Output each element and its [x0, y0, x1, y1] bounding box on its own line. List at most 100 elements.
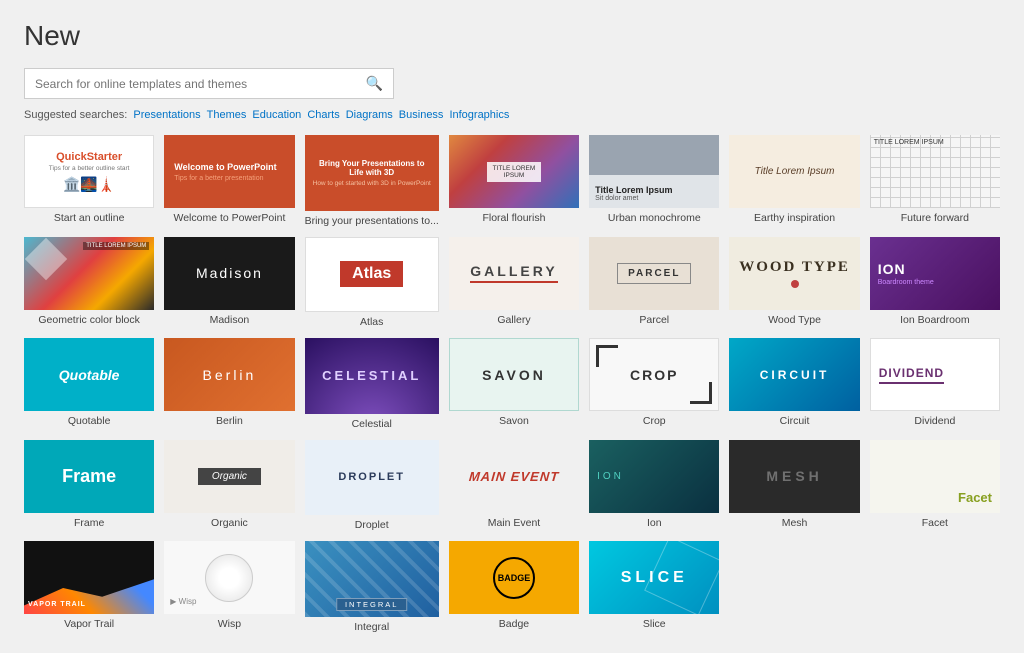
template-label-quickstarter: Start an outline — [24, 212, 154, 224]
template-label-urban: Urban monochrome — [589, 212, 719, 224]
template-label-wisp: Wisp — [164, 618, 294, 630]
template-wisp[interactable]: ▶ Wisp Wisp — [164, 541, 294, 633]
template-mainevent[interactable]: MAIN EVENT Main Event — [449, 440, 579, 532]
thumb-quickstarter: QuickStarter Tips for a better outline s… — [24, 135, 154, 208]
template-quotable[interactable]: Quotable Quotable — [24, 338, 154, 430]
template-facet[interactable]: Facet Facet — [870, 440, 1000, 532]
template-label-earthy: Earthy inspiration — [729, 212, 859, 224]
thumb-berlin: Berlin — [164, 338, 294, 411]
template-label-berlin: Berlin — [164, 415, 294, 427]
template-label-future: Future forward — [870, 212, 1000, 224]
template-earthy[interactable]: Title Lorem Ipsum Earthy inspiration — [729, 135, 859, 227]
template-label-ionboardroom: Ion Boardroom — [870, 314, 1000, 326]
thumb-frame: Frame — [24, 440, 154, 513]
suggested-diagrams[interactable]: Diagrams — [346, 109, 393, 121]
thumb-bring: Bring Your Presentations to Life with 3D… — [305, 135, 439, 211]
thumb-parcel: PARCEL — [589, 237, 719, 310]
template-label-parcel: Parcel — [589, 314, 719, 326]
template-label-madison: Madison — [164, 314, 294, 326]
template-droplet[interactable]: DROPLET Droplet — [305, 440, 439, 532]
thumb-celestial: CELESTIAL — [305, 338, 439, 414]
template-integral[interactable]: INTEGRAL Integral — [305, 541, 439, 633]
template-organic[interactable]: Organic Organic — [164, 440, 294, 532]
thumb-slice: SLICE — [589, 541, 719, 614]
search-bar[interactable]: 🔍 — [24, 68, 394, 99]
thumb-integral: INTEGRAL — [305, 541, 439, 617]
suggested-label: Suggested searches: — [24, 109, 127, 121]
template-welcome[interactable]: Welcome to PowerPoint Tips for a better … — [164, 135, 294, 227]
template-label-celestial: Celestial — [305, 418, 439, 430]
thumb-facet: Facet — [870, 440, 1000, 513]
thumb-circuit: CIRCUIT — [729, 338, 859, 411]
template-label-ion: Ion — [589, 517, 719, 529]
template-ion[interactable]: ION Ion — [589, 440, 719, 532]
template-ionboardroom[interactable]: ION Boardroom theme Ion Boardroom — [870, 237, 1000, 329]
template-future[interactable]: TITLE LOREM IPSUM Future forward — [870, 135, 1000, 227]
template-label-woodtype: Wood Type — [729, 314, 859, 326]
thumb-urban: Title Lorem Ipsum Sit dolor amet — [589, 135, 719, 208]
template-bring[interactable]: Bring Your Presentations to Life with 3D… — [305, 135, 439, 227]
template-label-welcome: Welcome to PowerPoint — [164, 212, 294, 224]
thumb-atlas: Atlas — [305, 237, 439, 313]
template-label-mainevent: Main Event — [449, 517, 579, 529]
thumb-mainevent: MAIN EVENT — [449, 440, 579, 513]
thumb-woodtype: WOOD TYPE — [729, 237, 859, 310]
template-urban[interactable]: Title Lorem Ipsum Sit dolor amet Urban m… — [589, 135, 719, 227]
thumb-ion: ION — [589, 440, 719, 513]
template-label-savon: Savon — [449, 415, 579, 427]
template-badge[interactable]: BADGE Badge — [449, 541, 579, 633]
template-label-vaportrail: Vapor Trail — [24, 618, 154, 630]
thumb-vaportrail: VAPOR TRAIL — [24, 541, 154, 614]
template-label-atlas: Atlas — [305, 316, 439, 328]
template-frame[interactable]: Frame Frame — [24, 440, 154, 532]
template-label-droplet: Droplet — [305, 519, 439, 531]
template-madison[interactable]: Madison Madison — [164, 237, 294, 329]
template-woodtype[interactable]: WOOD TYPE Wood Type — [729, 237, 859, 329]
thumb-ionboardroom: ION Boardroom theme — [870, 237, 1000, 310]
thumb-organic: Organic — [164, 440, 294, 513]
template-label-integral: Integral — [305, 621, 439, 633]
template-vaportrail[interactable]: VAPOR TRAIL Vapor Trail — [24, 541, 154, 633]
template-label-gallery: Gallery — [449, 314, 579, 326]
search-button[interactable]: 🔍 — [356, 69, 393, 98]
template-crop[interactable]: CROP Crop — [589, 338, 719, 430]
template-celestial[interactable]: CELESTIAL Celestial — [305, 338, 439, 430]
suggested-presentations[interactable]: Presentations — [133, 109, 200, 121]
template-label-mesh: Mesh — [729, 517, 859, 529]
suggested-searches: Suggested searches: Presentations Themes… — [24, 109, 1000, 121]
template-label-floral: Floral flourish — [449, 212, 579, 224]
suggested-charts[interactable]: Charts — [307, 109, 339, 121]
template-gallery[interactable]: GALLERY Gallery — [449, 237, 579, 329]
suggested-business[interactable]: Business — [399, 109, 444, 121]
template-label-organic: Organic — [164, 517, 294, 529]
template-berlin[interactable]: Berlin Berlin — [164, 338, 294, 430]
template-circuit[interactable]: CIRCUIT Circuit — [729, 338, 859, 430]
template-label-circuit: Circuit — [729, 415, 859, 427]
thumb-droplet: DROPLET — [305, 440, 439, 516]
suggested-education[interactable]: Education — [252, 109, 301, 121]
template-floral[interactable]: TITLE LOREMIPSUM Floral flourish — [449, 135, 579, 227]
template-slice[interactable]: SLICE Slice — [589, 541, 719, 633]
template-geo[interactable]: TITLE LOREM IPSUM Geometric color block — [24, 237, 154, 329]
thumb-earthy: Title Lorem Ipsum — [729, 135, 859, 208]
thumb-welcome: Welcome to PowerPoint Tips for a better … — [164, 135, 294, 208]
template-label-facet: Facet — [870, 517, 1000, 529]
page-container: New 🔍 Suggested searches: Presentations … — [0, 0, 1024, 653]
template-atlas[interactable]: Atlas Atlas — [305, 237, 439, 329]
search-input[interactable] — [25, 70, 356, 98]
template-label-slice: Slice — [589, 618, 719, 630]
template-quickstarter[interactable]: QuickStarter Tips for a better outline s… — [24, 135, 154, 227]
thumb-quotable: Quotable — [24, 338, 154, 411]
template-label-quotable: Quotable — [24, 415, 154, 427]
template-mesh[interactable]: MESH Mesh — [729, 440, 859, 532]
template-label-badge: Badge — [449, 618, 579, 630]
suggested-infographics[interactable]: Infographics — [449, 109, 509, 121]
template-label-bring: Bring your presentations to... — [305, 215, 439, 227]
thumb-future: TITLE LOREM IPSUM — [870, 135, 1000, 208]
thumb-madison: Madison — [164, 237, 294, 310]
template-savon[interactable]: SAVON Savon — [449, 338, 579, 430]
template-dividend[interactable]: DIVIDEND Dividend — [870, 338, 1000, 430]
suggested-themes[interactable]: Themes — [207, 109, 247, 121]
template-label-geo: Geometric color block — [24, 314, 154, 326]
template-parcel[interactable]: PARCEL Parcel — [589, 237, 719, 329]
